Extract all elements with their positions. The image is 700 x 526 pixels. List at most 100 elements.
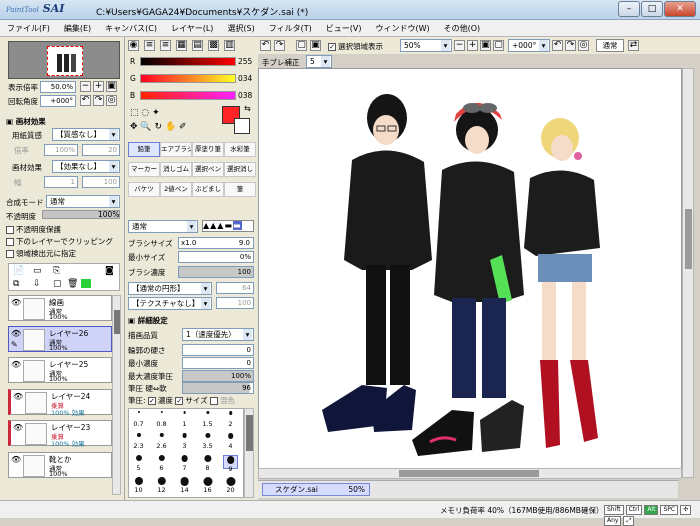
- menu-window[interactable]: ウィンドウ(W): [368, 20, 436, 37]
- tool-marker[interactable]: マーカー: [128, 162, 160, 177]
- brush-size-preset[interactable]: 5: [131, 455, 146, 472]
- menu-select[interactable]: 選択(S): [220, 20, 261, 37]
- tool-pencil[interactable]: 鉛筆: [128, 142, 160, 157]
- show-selection-checkbox[interactable]: ✓ 選択領域表示: [328, 41, 383, 52]
- palette-icon[interactable]: ▦: [176, 40, 187, 51]
- r-slider[interactable]: [140, 57, 236, 66]
- brush-size-preset[interactable]: 0.7: [131, 411, 146, 428]
- zoom-out-button[interactable]: −: [80, 81, 91, 92]
- layer-item[interactable]: 👁 靴とか 通常 100%: [8, 452, 112, 478]
- brush-size-preset[interactable]: 14: [177, 477, 192, 494]
- texture-select[interactable]: 【質感なし】: [52, 128, 120, 141]
- rect-select-icon[interactable]: ⬚: [130, 108, 139, 118]
- brush-size-preset[interactable]: 0.8: [154, 411, 169, 428]
- zoom-reset-button[interactable]: ▣: [106, 81, 117, 92]
- canvas-zoom-reset-button[interactable]: ▢: [493, 40, 504, 51]
- eye-icon[interactable]: 👁: [11, 455, 21, 465]
- zoom-field[interactable]: 50.0%: [40, 81, 76, 93]
- menu-other[interactable]: その他(O): [437, 20, 488, 37]
- canvas-zoom-select[interactable]: 50%: [400, 39, 452, 52]
- tool-brush[interactable]: 筆: [224, 182, 256, 197]
- move-icon[interactable]: ✥: [130, 122, 138, 132]
- min-density-field[interactable]: 0: [182, 357, 254, 369]
- paper-effects-section[interactable]: ▣ 画材効果: [6, 116, 46, 127]
- blend-mode-select[interactable]: 通常: [46, 195, 120, 208]
- min-size-field[interactable]: 0%: [178, 251, 254, 263]
- brush-size-preset[interactable]: 4: [223, 433, 238, 450]
- color-label-icon[interactable]: [81, 279, 91, 288]
- brush-size-field[interactable]: x1.0 9.0: [178, 237, 254, 249]
- texture-strength-field[interactable]: 20: [82, 144, 120, 156]
- g-slider[interactable]: [140, 74, 236, 83]
- canvas-rotate-right-button[interactable]: ↷: [565, 40, 576, 51]
- brush-size-preset[interactable]: 1.5: [200, 411, 215, 428]
- layer-item[interactable]: 👁 レイヤー24 乗算 100% 効果: [8, 389, 112, 417]
- brush-size-preset[interactable]: 2.6: [154, 433, 169, 450]
- undo-button[interactable]: ↶: [260, 40, 271, 51]
- canvas-rotate-left-button[interactable]: ↶: [552, 40, 563, 51]
- brush-size-preset[interactable]: 1: [177, 411, 192, 428]
- hsv-slider-icon[interactable]: ≡: [160, 40, 171, 51]
- canvas-rotate-reset-button[interactable]: ◎: [578, 40, 589, 51]
- brush-size-preset[interactable]: 9: [223, 455, 238, 473]
- tool-eraser[interactable]: 消しゴム: [160, 162, 192, 177]
- tool-binary-pen[interactable]: 2値ペン: [160, 182, 192, 197]
- copy-layer-icon[interactable]: ⧉: [13, 279, 19, 289]
- effect-select[interactable]: 【効果なし】: [52, 160, 120, 173]
- stabilizer-select[interactable]: 5: [306, 55, 332, 68]
- rotate-reset-button[interactable]: ◎: [106, 95, 117, 106]
- minimize-button[interactable]: –: [618, 1, 640, 17]
- zoom-in-button[interactable]: +: [93, 81, 104, 92]
- maximize-button[interactable]: □: [641, 1, 663, 17]
- scratchpad-icon[interactable]: ▥: [224, 40, 235, 51]
- invert-select-button[interactable]: ▣: [310, 40, 321, 51]
- max-pressure-field[interactable]: 100%: [182, 370, 254, 382]
- tool-watercolor[interactable]: 水彩筆: [224, 142, 256, 157]
- angle-field[interactable]: +000°: [40, 95, 76, 107]
- canvas-mode-button[interactable]: 通常: [596, 39, 624, 52]
- brush-size-preset[interactable]: 3: [177, 433, 192, 450]
- canvas-zoom-in-button[interactable]: +: [467, 40, 478, 51]
- b-slider[interactable]: [140, 91, 236, 100]
- blend-checkbox[interactable]: 混色: [209, 396, 235, 405]
- drawing-canvas[interactable]: [262, 70, 680, 470]
- layer-item[interactable]: 👁 線画 通常 100%: [8, 295, 112, 321]
- canvas-hscroll[interactable]: [258, 468, 682, 479]
- brush-texture-select[interactable]: 【テクスチャなし】: [128, 297, 212, 310]
- rotate-right-button[interactable]: ↷: [93, 95, 104, 106]
- brush-size-preset[interactable]: 2.3: [131, 433, 146, 450]
- canvas-zoom-out-button[interactable]: −: [454, 40, 465, 51]
- menu-file[interactable]: ファイル(F): [0, 20, 57, 37]
- size-grid-scrollbar[interactable]: [244, 408, 254, 498]
- navigator[interactable]: [8, 41, 120, 79]
- brush-size-preset[interactable]: 8: [200, 455, 215, 472]
- brush-mode-select[interactable]: 通常: [128, 220, 198, 233]
- tool-thick-brush[interactable]: 厚塗り筆: [192, 142, 224, 157]
- eye-icon[interactable]: 👁: [13, 423, 23, 433]
- eye-icon[interactable]: 👁: [11, 360, 21, 370]
- canvas-vscroll[interactable]: [682, 68, 694, 478]
- rotate-left-button[interactable]: ↶: [80, 95, 91, 106]
- folder-icon[interactable]: ⎘: [53, 266, 60, 276]
- selection-source-checkbox[interactable]: 領域検出元に指定: [6, 248, 76, 259]
- brush-size-preset[interactable]: 7: [177, 455, 192, 472]
- brush-density-field[interactable]: 100: [178, 266, 254, 278]
- eyedropper-icon[interactable]: ✐: [179, 122, 187, 132]
- merge-down-icon[interactable]: ⇩: [33, 279, 41, 289]
- close-button[interactable]: ✕: [664, 1, 696, 17]
- color-wheel-icon[interactable]: ◉: [128, 40, 139, 51]
- texture-scale-field[interactable]: 100%: [44, 144, 78, 156]
- secondary-color-swatch[interactable]: [234, 118, 250, 134]
- pressure-field[interactable]: 96: [182, 382, 254, 394]
- clipping-checkbox[interactable]: 下のレイヤーでクリッピング: [6, 236, 113, 247]
- rgb-slider-icon[interactable]: ≡: [144, 40, 155, 51]
- brush-size-preset[interactable]: 12: [154, 477, 169, 494]
- swap-colors-icon[interactable]: ⇆: [244, 104, 251, 113]
- zoom-icon[interactable]: 🔍: [140, 122, 151, 132]
- eye-icon[interactable]: 👁: [11, 329, 21, 339]
- new-layer-icon[interactable]: 📄: [13, 266, 24, 276]
- brush-texture-value[interactable]: 100: [216, 297, 254, 309]
- rotate-icon[interactable]: ↻: [155, 122, 163, 132]
- tool-bucket[interactable]: バケツ: [128, 182, 160, 197]
- menu-edit[interactable]: 編集(E): [57, 20, 98, 37]
